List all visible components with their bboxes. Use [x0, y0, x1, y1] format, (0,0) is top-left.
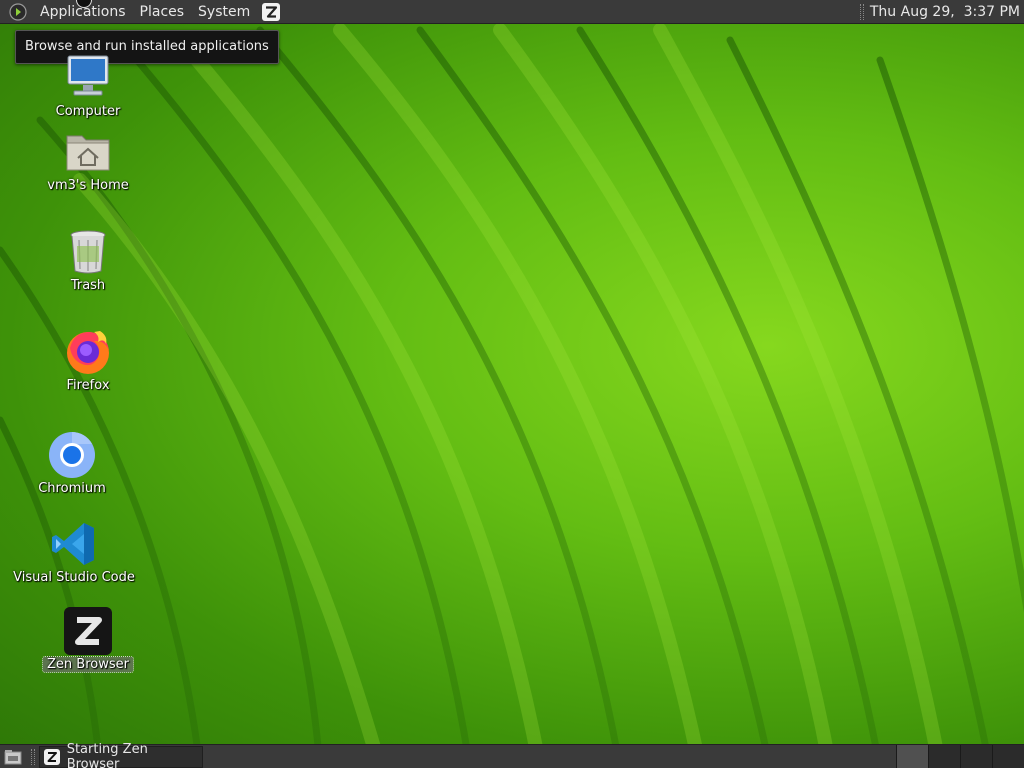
panel-separator	[31, 748, 35, 765]
desktop-icon-label: Trash	[70, 278, 106, 293]
desktop-icon-label: Visual Studio Code	[13, 570, 135, 585]
zen-browser-icon	[44, 748, 60, 765]
desktop-icon-trash[interactable]: Trash	[28, 228, 148, 293]
chromium-icon	[48, 431, 96, 479]
vscode-icon	[50, 520, 98, 568]
desktop-icon-computer[interactable]: Computer	[28, 54, 148, 119]
zen-browser-launcher-icon[interactable]	[262, 2, 281, 21]
desktop-icon-home[interactable]: vm3's Home	[28, 128, 148, 193]
computer-icon	[64, 54, 112, 102]
desktop-icon-chromium[interactable]: Chromium	[12, 431, 132, 496]
desktop-icon-firefox[interactable]: Firefox	[28, 328, 148, 393]
show-desktop-icon[interactable]	[3, 748, 23, 766]
firefox-icon	[64, 328, 112, 376]
zen-browser-icon	[64, 607, 112, 655]
top-panel: Applications Places System Thu Aug 29, 3…	[0, 0, 1024, 24]
trash-icon	[64, 228, 112, 276]
desktop-icon-label: Firefox	[66, 378, 110, 393]
panel-separator	[859, 4, 864, 20]
home-folder-icon	[64, 128, 112, 176]
workspace-3[interactable]	[960, 745, 992, 768]
wallpaper-leaf	[0, 23, 1024, 768]
desktop-icon-vscode[interactable]: Visual Studio Code	[13, 520, 135, 585]
desktop[interactable]: Applications Places System Thu Aug 29, 3…	[0, 0, 1024, 768]
desktop-icon-label: vm3's Home	[47, 178, 129, 193]
system-menu[interactable]: System	[191, 0, 257, 24]
workspace-4[interactable]	[992, 745, 1024, 768]
bottom-panel: Starting Zen Browser	[0, 742, 1024, 768]
panel-right-area: Thu Aug 29, 3:37 PM	[859, 0, 1024, 24]
desktop-icon-zen-browser[interactable]: Zen Browser	[28, 607, 148, 673]
workspace-1[interactable]	[896, 745, 928, 768]
places-menu[interactable]: Places	[133, 0, 192, 24]
applications-menu-icon[interactable]	[9, 2, 27, 21]
taskbar-item-label: Starting Zen Browser	[66, 741, 148, 768]
workspace-2[interactable]	[928, 745, 960, 768]
desktop-icon-label: Computer	[55, 104, 121, 119]
workspace-switcher	[896, 745, 1024, 768]
desktop-icon-label: Zen Browser	[42, 656, 134, 673]
desktop-icon-label: Chromium	[38, 481, 106, 496]
clock[interactable]: Thu Aug 29, 3:37 PM	[870, 4, 1024, 20]
taskbar-item-zen-browser[interactable]: Starting Zen Browser	[39, 742, 203, 768]
